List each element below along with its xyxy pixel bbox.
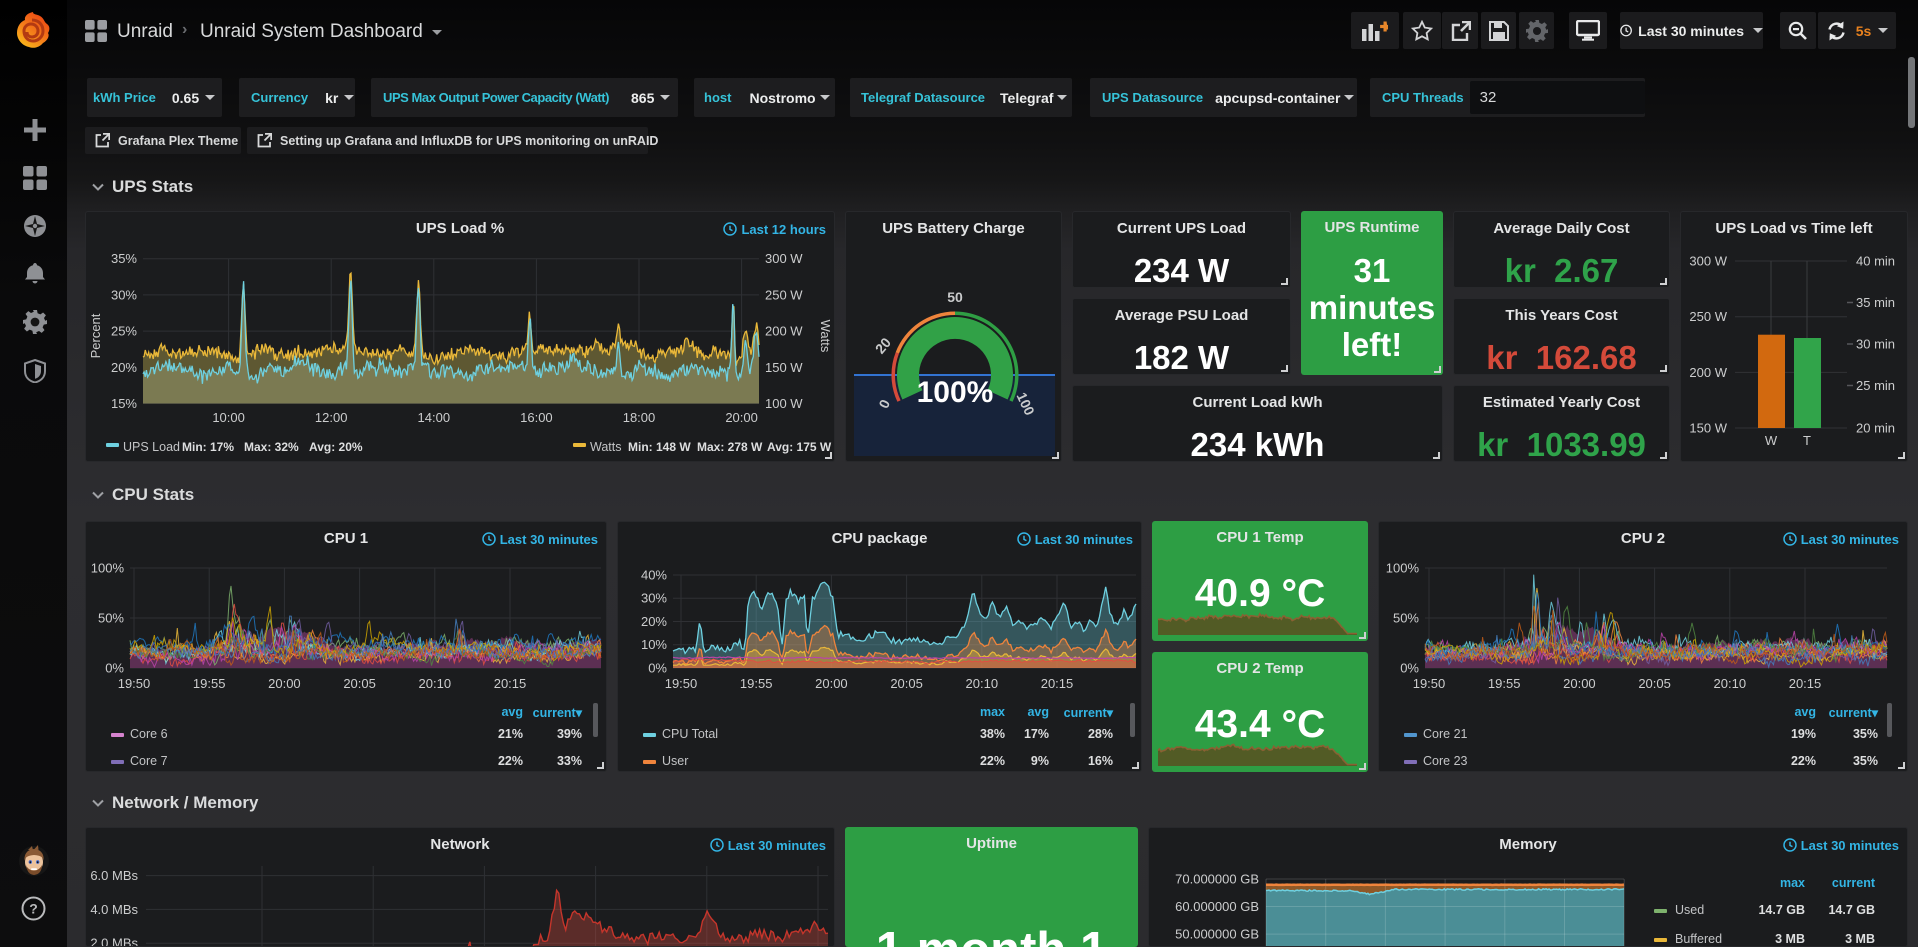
svg-text:20:15: 20:15 [1041,676,1074,691]
svg-text:18:00: 18:00 [623,410,656,425]
svg-text:20:00: 20:00 [268,676,301,691]
svg-text:20:15: 20:15 [1789,676,1822,691]
svg-text:250 W: 250 W [1689,309,1727,324]
svg-text:Avg: 175 W: Avg: 175 W [767,440,832,454]
svg-text:Min: 148 W: Min: 148 W [628,440,691,454]
svg-text:20%: 20% [111,360,137,375]
svg-text:Watts: Watts [590,440,621,454]
svg-text:19:55: 19:55 [1488,676,1521,691]
svg-text:20:00: 20:00 [1563,676,1596,691]
svg-text:19:50: 19:50 [1413,676,1446,691]
svg-text:20:05: 20:05 [343,676,376,691]
svg-text:0%: 0% [1400,661,1419,676]
svg-text:20:00: 20:00 [725,410,758,425]
svg-text:UPS Load: UPS Load [123,440,180,454]
svg-text:Max: 32%: Max: 32% [244,440,299,454]
svg-text:20:00: 20:00 [815,676,848,691]
svg-text:15%: 15% [111,396,137,411]
svg-text:20:10: 20:10 [966,676,999,691]
svg-text:19:50: 19:50 [665,676,698,691]
svg-text:50.000000 GB: 50.000000 GB [1175,927,1259,942]
svg-text:Avg: 20%: Avg: 20% [309,440,363,454]
svg-text:100%: 100% [1386,561,1420,576]
svg-text:40 min: 40 min [1856,254,1895,269]
svg-text:70.000000 GB: 70.000000 GB [1175,872,1259,887]
svg-text:19:50: 19:50 [118,676,151,691]
svg-text:20:10: 20:10 [419,676,452,691]
svg-text:T: T [1803,433,1811,448]
svg-text:6.0 MBs: 6.0 MBs [90,868,138,883]
svg-text:20%: 20% [641,614,667,629]
svg-text:Percent: Percent [88,313,103,358]
svg-text:14:00: 14:00 [418,410,451,425]
svg-text:100 W: 100 W [765,396,803,411]
svg-text:20 min: 20 min [1856,421,1895,436]
svg-text:30%: 30% [111,287,137,302]
svg-text:0%: 0% [105,661,124,676]
svg-text:25 min: 25 min [1856,378,1895,393]
svg-text:20:15: 20:15 [494,676,527,691]
svg-text:50%: 50% [98,611,124,626]
svg-text:2.0 MBs: 2.0 MBs [90,936,138,946]
svg-text:250 W: 250 W [765,287,803,302]
svg-text:4.0 MBs: 4.0 MBs [90,902,138,917]
svg-text:200 W: 200 W [765,324,803,339]
svg-text:40%: 40% [641,568,667,583]
svg-text:Watts: Watts [818,320,833,353]
svg-text:30%: 30% [641,591,667,606]
svg-text:35%: 35% [111,251,137,266]
svg-text:Max: 278 W: Max: 278 W [697,440,763,454]
svg-text:20:05: 20:05 [1638,676,1671,691]
svg-text:300 W: 300 W [765,251,803,266]
svg-text:?: ? [29,901,38,917]
svg-text:35 min: 35 min [1856,295,1895,310]
svg-text:10%: 10% [641,637,667,652]
svg-text:20: 20 [872,334,894,356]
svg-text:100%: 100% [91,561,125,576]
svg-text:25%: 25% [111,324,137,339]
svg-text:10:00: 10:00 [212,410,245,425]
svg-text:150 W: 150 W [1689,421,1727,436]
svg-text:19:55: 19:55 [740,676,773,691]
svg-text:30 min: 30 min [1856,337,1895,352]
svg-text:100%: 100% [917,376,994,409]
svg-text:20:05: 20:05 [890,676,923,691]
svg-text:20:10: 20:10 [1714,676,1747,691]
svg-text:300 W: 300 W [1689,254,1727,269]
svg-text:150 W: 150 W [765,360,803,375]
svg-text:19:55: 19:55 [193,676,226,691]
svg-text:16:00: 16:00 [520,410,553,425]
svg-text:50%: 50% [1393,611,1419,626]
svg-text:W: W [1765,433,1778,448]
svg-text:Min: 17%: Min: 17% [182,440,234,454]
svg-text:0%: 0% [648,661,667,676]
svg-text:12:00: 12:00 [315,410,348,425]
svg-text:50: 50 [947,289,963,305]
svg-text:60.000000 GB: 60.000000 GB [1175,899,1259,914]
svg-text:200 W: 200 W [1689,365,1727,380]
